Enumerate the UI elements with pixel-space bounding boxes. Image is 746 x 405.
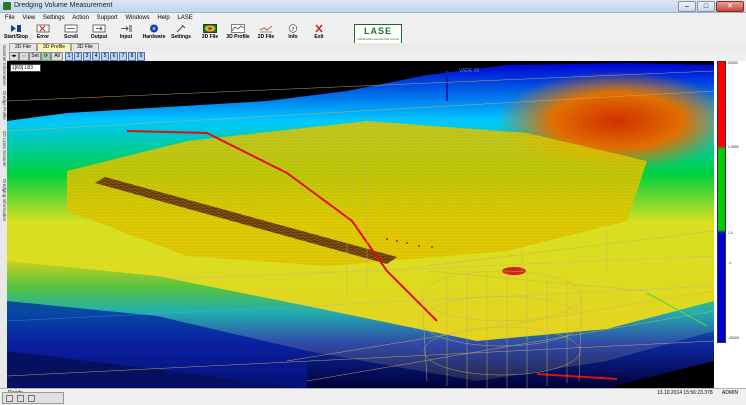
scroll-label: Scroll	[64, 34, 78, 40]
view-4-button[interactable]: 4	[92, 52, 100, 61]
output-icon	[92, 24, 106, 33]
status-timestamp: 13.10.2014 15:56:23.378	[657, 390, 713, 396]
lase-logo: LASE Industrielle Lasertechnik GmbH	[354, 24, 402, 44]
3d-profile-button[interactable]: 3D Profile	[226, 24, 250, 42]
view-5-button[interactable]: 5	[101, 52, 109, 61]
title-bar: Dredging Volume Measurement – □ ✕	[0, 0, 746, 13]
hardware-label: Hardware	[142, 34, 166, 40]
3d-file-icon	[203, 24, 217, 33]
view-6-button[interactable]: 6	[110, 52, 118, 61]
input-button[interactable]: Input	[116, 24, 136, 42]
menu-view[interactable]: View	[19, 13, 38, 23]
info-icon: ?	[288, 24, 298, 33]
menu-file[interactable]: File	[0, 13, 18, 23]
output-button[interactable]: Output	[88, 24, 110, 42]
info-label: Info	[288, 34, 298, 40]
viewport-tag: VADE 15	[459, 68, 479, 74]
status-user: ADMIN	[722, 390, 739, 396]
2d-file-icon	[259, 25, 273, 33]
view-8-button[interactable]: 8	[128, 52, 136, 61]
menu-lase[interactable]: LASE	[174, 13, 195, 23]
legend-mid-label: 1.0	[728, 231, 733, 235]
view-controls: ◂▸ ⇔ Set ⟳ All 1 2 3 4 5 6 7 8 9	[7, 51, 746, 61]
2d-file-button[interactable]: 2D File	[255, 24, 277, 42]
2d-file-label: 2D File	[257, 34, 275, 40]
error-label: Error	[36, 34, 50, 40]
error-icon	[36, 24, 50, 33]
output-label: Output	[90, 34, 108, 40]
exit-button[interactable]: Exit	[310, 24, 328, 42]
menu-action[interactable]: Action	[69, 13, 92, 23]
view-1-button[interactable]: 1	[65, 52, 73, 61]
set-button[interactable]: Set	[29, 52, 41, 61]
input-label: Input	[119, 34, 133, 40]
sidetab-2d-lines-scanner[interactable]: 2D Lines Scanner	[0, 131, 7, 177]
status-bar: Ready 13.10.2014 15:56:23.378 ADMIN	[0, 388, 746, 405]
hardware-icon	[150, 24, 158, 33]
3d-terrain-render: VADE 15	[7, 61, 714, 388]
3d-profile-icon	[231, 24, 245, 33]
window-title: Dredging Volume Measurement	[14, 2, 113, 9]
nav-fit-button[interactable]: ⇔	[19, 52, 29, 61]
sidetab-scanner-information[interactable]: Scanner Information	[0, 45, 7, 89]
3d-file-label: 3D File	[201, 34, 219, 40]
color-scale-bar	[717, 61, 726, 343]
logo-subtitle: Industrielle Lasertechnik GmbH	[357, 37, 399, 41]
settings-label: Settings	[171, 34, 191, 40]
start-stop-button[interactable]: Start/Stop	[3, 24, 29, 42]
menu-help[interactable]: Help	[154, 13, 172, 23]
legend-min-label: -20000	[728, 336, 739, 340]
3d-viewport[interactable]: VADE 15 1[69] L83	[7, 61, 714, 388]
3d-file-button[interactable]: 3D File	[198, 24, 222, 42]
refresh-button[interactable]: ⟳	[41, 52, 51, 61]
view-9-button[interactable]: 9	[137, 52, 145, 61]
logo-text: LASE	[363, 26, 392, 36]
start-stop-label: Start/Stop	[4, 34, 28, 40]
input-icon	[121, 25, 132, 32]
sidetab-dredging-information[interactable]: Dredging Information	[0, 179, 7, 229]
minimized-window[interactable]	[2, 392, 64, 404]
tab-3d-file[interactable]: 3D File	[71, 43, 99, 51]
scroll-button[interactable]: Scroll	[60, 24, 82, 42]
view-7-button[interactable]: 7	[119, 52, 127, 61]
view-2-button[interactable]: 2	[74, 52, 82, 61]
app-icon	[3, 2, 11, 10]
maximize-button[interactable]: □	[697, 1, 715, 12]
exit-label: Exit	[314, 34, 324, 40]
menu-windows[interactable]: Windows	[122, 13, 152, 23]
color-scale-legend: 20000 1.3000 1.0 -1 -20000	[714, 61, 746, 388]
legend-max-label: 20000	[728, 61, 738, 65]
nav-prev-button[interactable]: ◂▸	[9, 52, 19, 61]
error-button[interactable]: Error	[33, 24, 53, 42]
legend-lower-label: -1	[728, 261, 732, 265]
view-3-button[interactable]: 3	[83, 52, 91, 61]
settings-icon	[176, 24, 186, 33]
settings-button[interactable]: Settings	[170, 24, 192, 42]
start-stop-icon	[11, 25, 21, 32]
sidetab-dredge-profile[interactable]: Dredge Profile	[0, 91, 7, 129]
coordinate-readout: 1[69] L83	[10, 64, 41, 72]
menu-support[interactable]: Support	[94, 13, 121, 23]
menu-settings[interactable]: Settings	[40, 13, 68, 23]
menu-bar: File View Settings Action Support Window…	[0, 13, 746, 23]
scroll-icon	[64, 24, 78, 33]
3d-profile-label: 3D Profile	[226, 34, 250, 40]
hardware-button[interactable]: Hardware	[142, 24, 166, 42]
tab-2d-file[interactable]: 2D File	[9, 43, 37, 51]
all-button[interactable]: All	[51, 52, 63, 61]
legend-upper-label: 1.3000	[728, 145, 739, 149]
exit-icon	[315, 24, 323, 33]
info-button[interactable]: ? Info	[284, 24, 302, 42]
minimize-button[interactable]: –	[678, 1, 696, 12]
view-tabs: 2D File 3D Profile 3D File	[7, 43, 746, 51]
tab-3d-profile[interactable]: 3D Profile	[37, 43, 71, 51]
svg-text:?: ?	[292, 27, 295, 33]
close-button[interactable]: ✕	[716, 1, 744, 12]
